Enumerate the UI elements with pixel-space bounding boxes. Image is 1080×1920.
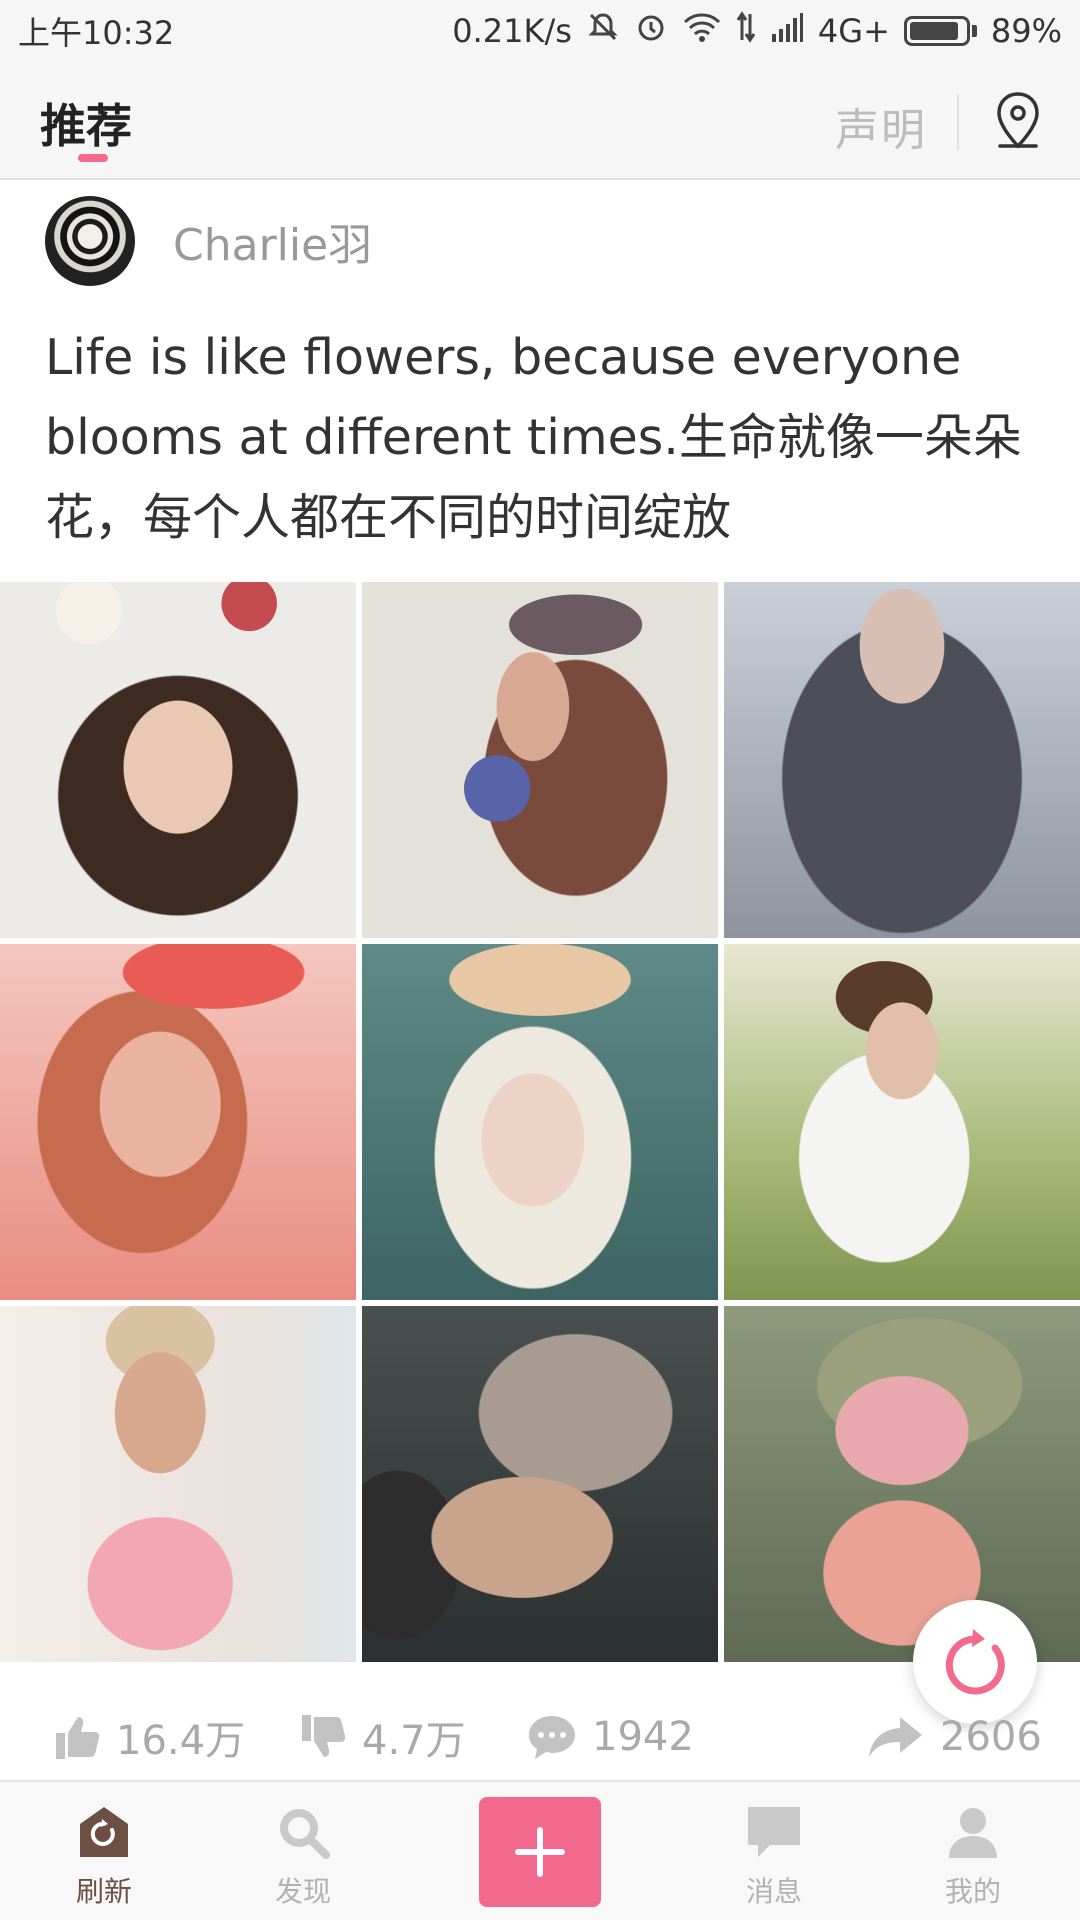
- like-button[interactable]: 16.4万: [52, 1698, 245, 1776]
- post-author[interactable]: Charlie羽: [45, 196, 372, 286]
- battery-icon: [903, 16, 977, 46]
- search-icon: [280, 1809, 330, 1859]
- mute-icon: [586, 10, 620, 52]
- thumbs-down-icon: [302, 1715, 346, 1757]
- share-button[interactable]: 2606: [866, 1698, 1042, 1776]
- network-type: 4G+: [817, 12, 890, 50]
- image-grid: [0, 582, 1080, 1662]
- post-image-7[interactable]: [0, 1306, 356, 1662]
- post-image-1[interactable]: [0, 582, 356, 938]
- tab-recommend[interactable]: 推荐: [40, 90, 132, 156]
- post-image-5[interactable]: [362, 944, 718, 1300]
- home-refresh-icon: [80, 1807, 128, 1857]
- avatar[interactable]: [45, 196, 135, 286]
- nav-discover[interactable]: 发现: [223, 1782, 383, 1920]
- comment-icon: [529, 1716, 575, 1759]
- post-actions: 16.4万 4.7万 1942 2606: [0, 1698, 1080, 1776]
- status-bar: 上午10:32 0.21K/s 4G+ 89%: [0, 0, 1080, 62]
- person-icon: [949, 1808, 997, 1858]
- tab-active-indicator: [78, 154, 108, 162]
- nav-mine[interactable]: 我的: [893, 1782, 1053, 1920]
- share-arrow-icon: [869, 1717, 922, 1757]
- signal-icon: [770, 12, 804, 50]
- dislike-count: 4.7万: [362, 1718, 466, 1764]
- share-count: 2606: [940, 1714, 1042, 1760]
- message-icon: [748, 1807, 800, 1857]
- net-speed: 0.21K/s: [452, 12, 572, 50]
- add-post-button[interactable]: [479, 1797, 601, 1907]
- comment-button[interactable]: 1942: [526, 1698, 694, 1776]
- dislike-button[interactable]: 4.7万: [298, 1698, 466, 1776]
- post-image-8[interactable]: [362, 1306, 718, 1662]
- author-name[interactable]: Charlie羽: [173, 209, 372, 273]
- thumbs-up-icon: [56, 1717, 100, 1759]
- data-arrows-icon: [736, 10, 756, 52]
- nav-label-refresh: 刷新: [75, 1875, 132, 1908]
- nav-refresh[interactable]: 刷新: [24, 1782, 184, 1920]
- top-header: 推荐 声明: [0, 62, 1080, 180]
- post-image-6[interactable]: [724, 944, 1080, 1300]
- status-time: 上午10:32: [18, 14, 175, 52]
- nav-label-messages: 消息: [745, 1875, 802, 1908]
- post-image-9[interactable]: [724, 1306, 1080, 1662]
- statement-link[interactable]: 声明: [835, 94, 927, 158]
- post-text: Life is like flowers, because everyone b…: [45, 329, 1022, 546]
- nav-messages[interactable]: 消息: [694, 1782, 854, 1920]
- nav-label-mine: 我的: [944, 1875, 1001, 1908]
- post-image-4[interactable]: [0, 944, 356, 1300]
- post-image-3[interactable]: [724, 582, 1080, 938]
- map-pin-icon[interactable]: [990, 90, 1046, 154]
- alarm-icon: [634, 10, 668, 52]
- wifi-icon: [682, 10, 722, 52]
- plus-icon: [515, 1827, 565, 1877]
- comment-count: 1942: [592, 1714, 694, 1760]
- header-divider: [957, 94, 959, 150]
- refresh-icon: [945, 1629, 1005, 1695]
- battery-percent: 89%: [990, 12, 1062, 50]
- post-image-2[interactable]: [362, 582, 718, 938]
- like-count: 16.4万: [116, 1718, 246, 1764]
- status-indicators: 0.21K/s 4G+ 89%: [452, 10, 1062, 52]
- bottom-nav: 刷新 发现 消息 我的: [0, 1780, 1080, 1920]
- nav-label-discover: 发现: [274, 1875, 331, 1908]
